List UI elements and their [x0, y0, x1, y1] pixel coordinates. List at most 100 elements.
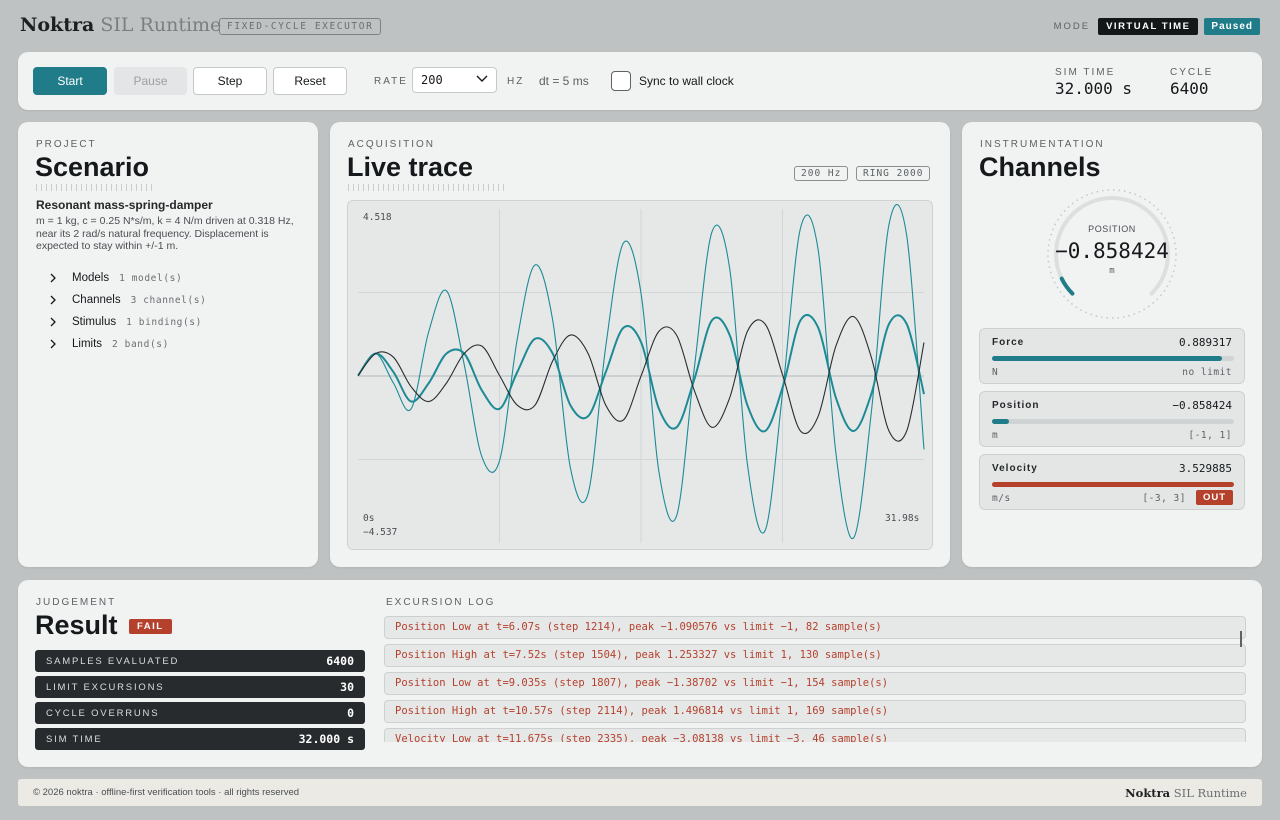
- meter-position: Position −0.858424 m [-1, 1]: [979, 391, 1245, 447]
- stat-value: 0: [347, 706, 354, 720]
- scenario-name: Resonant mass-spring-damper: [36, 198, 213, 212]
- sim-time-value: 32.000 s: [1055, 79, 1133, 98]
- rate-select[interactable]: 200: [412, 67, 497, 93]
- pause-button[interactable]: Pause: [114, 67, 187, 95]
- tree-item-count: 1 model(s): [119, 272, 183, 284]
- rate-select-value: 200: [421, 73, 443, 87]
- meter-unit: m: [992, 430, 999, 441]
- meter-velocity: Velocity 3.529885 m/s [-3, 3] OUT: [979, 454, 1245, 510]
- tree-item-limits[interactable]: Limits 2 band(s): [48, 333, 206, 355]
- ring-buffer-tag: RING 2000: [856, 166, 931, 181]
- meter-fill: [992, 419, 1009, 424]
- meter-name: Position: [992, 400, 1040, 411]
- stat-label: CYCLE OVERRUNS: [46, 708, 160, 719]
- sim-time-readout: SIM TIME 32.000 s: [1055, 67, 1132, 98]
- meter-name: Velocity: [992, 463, 1038, 474]
- meter-fill: [992, 356, 1222, 361]
- start-button[interactable]: Start: [33, 67, 107, 95]
- live-trace-panel: ACQUISITION Live trace 200 Hz RING 2000 …: [330, 122, 950, 567]
- brand-product: SIL Runtime: [100, 14, 222, 36]
- footer-brand-name: Noktra: [1125, 786, 1171, 800]
- scenario-panel: PROJECT Scenario Resonant mass-spring-da…: [18, 122, 318, 567]
- title-tick-rule: [36, 184, 152, 191]
- stat-row: LIMIT EXCURSIONS 30: [35, 676, 365, 698]
- sync-checkbox-label[interactable]: Sync to wall clock: [639, 74, 734, 88]
- scenario-title: Scenario: [35, 152, 150, 182]
- reset-button[interactable]: Reset: [273, 67, 347, 95]
- footer: © 2026 noktra · offline-first verificati…: [18, 779, 1262, 806]
- log-entry[interactable]: Position Low at t=9.035s (step 1807), pe…: [384, 672, 1246, 695]
- chevron-right-icon: [50, 295, 56, 305]
- channels-caption: INSTRUMENTATION: [980, 139, 1105, 150]
- meter-fill: [992, 482, 1234, 487]
- sync-checkbox[interactable]: [611, 71, 631, 91]
- result-panel: JUDGEMENT Result FAIL SAMPLES EVALUATED 6…: [18, 580, 1262, 767]
- result-caption: JUDGEMENT: [36, 597, 117, 608]
- trace-plot[interactable]: 4.518 0s −4.537 31.98s: [347, 200, 933, 550]
- cycle-label: CYCLE: [1170, 67, 1214, 78]
- meter-force: Force 0.889317 Nno limit: [979, 328, 1245, 384]
- meter-limit: no limit: [1182, 367, 1232, 378]
- log-scrollbar[interactable]: [1240, 631, 1242, 647]
- y-min-label: −4.537: [363, 527, 398, 538]
- stat-row: SIM TIME 32.000 s: [35, 728, 365, 750]
- tree-item-label: Channels: [72, 294, 121, 306]
- tree-item-label: Limits: [72, 338, 103, 350]
- tree-item-channels[interactable]: Channels 3 channel(s): [48, 289, 206, 311]
- channels-title: Channels: [979, 152, 1101, 182]
- step-button[interactable]: Step: [193, 67, 267, 95]
- sample-rate-tag: 200 Hz: [794, 166, 849, 181]
- brand-name: Noktra: [20, 14, 95, 36]
- control-bar: Start Pause Step Reset RATE 200 HZ dt = …: [18, 52, 1262, 110]
- stat-label: SIM TIME: [46, 734, 103, 745]
- trace-caption: ACQUISITION: [348, 139, 436, 150]
- gauge-unit: m: [1109, 266, 1115, 276]
- log-entry[interactable]: Position High at t=10.57s (step 2114), p…: [384, 700, 1246, 723]
- trace-title: Live trace: [347, 152, 474, 182]
- meter-limit: [-3, 3]: [1142, 493, 1186, 504]
- executor-badge: FIXED-CYCLE EXECUTOR: [219, 18, 382, 35]
- out-of-range-badge: OUT: [1195, 490, 1233, 505]
- mode-value-badge: VIRTUAL TIME: [1098, 18, 1199, 35]
- meter-track: [992, 419, 1234, 424]
- app-brand: Noktra SIL Runtime: [20, 14, 221, 36]
- meter-unit: N: [992, 367, 999, 378]
- rate-unit-label: HZ: [507, 76, 525, 87]
- meter-value: 3.529885: [1179, 462, 1232, 475]
- gauge-label: POSITION: [1088, 224, 1136, 234]
- log-caption: EXCURSION LOG: [386, 597, 496, 608]
- x-end-label: 31.98s: [885, 513, 920, 524]
- y-max-label: 4.518: [363, 212, 392, 223]
- verdict-badge: FAIL: [129, 619, 172, 634]
- log-entry[interactable]: Position Low at t=6.07s (step 1214), pea…: [384, 616, 1246, 639]
- stat-value: 32.000 s: [298, 732, 354, 746]
- sim-time-label: SIM TIME: [1055, 67, 1116, 78]
- meter-value: −0.858424: [1172, 399, 1232, 412]
- scenario-caption: PROJECT: [36, 139, 97, 150]
- excursion-log[interactable]: Position Low at t=6.07s (step 1214), pea…: [384, 616, 1246, 742]
- tree-item-count: 2 band(s): [112, 338, 169, 350]
- log-entry[interactable]: Velocity Low at t=11.675s (step 2335), p…: [384, 728, 1246, 742]
- rate-label: RATE: [374, 76, 408, 87]
- top-bar: Noktra SIL Runtime FIXED-CYCLE EXECUTOR …: [20, 14, 1260, 40]
- mode-label: MODE: [1053, 21, 1091, 32]
- gauge-fill: [1059, 276, 1075, 296]
- chevron-right-icon: [50, 339, 56, 349]
- tree-item-stimulus[interactable]: Stimulus 1 binding(s): [48, 311, 206, 333]
- scenario-description: m = 1 kg, c = 0.25 N*s/m, k = 4 N/m driv…: [36, 215, 294, 252]
- tree-item-label: Models: [72, 272, 110, 284]
- tree-item-count: 3 channel(s): [130, 294, 207, 306]
- stat-row: CYCLE OVERRUNS 0: [35, 702, 365, 724]
- gauge-value: −0.858424: [1055, 239, 1169, 263]
- log-entry[interactable]: Position High at t=7.52s (step 1504), pe…: [384, 644, 1246, 667]
- trace-chart: [357, 203, 925, 543]
- footer-brand-product: SIL Runtime: [1173, 786, 1247, 800]
- tree-item-models[interactable]: Models 1 model(s): [48, 267, 206, 289]
- x-start-label: 0s: [363, 513, 375, 524]
- chevron-right-icon: [50, 317, 56, 327]
- dt-readout: dt = 5 ms: [539, 74, 589, 88]
- cycle-value: 6400: [1170, 79, 1209, 98]
- meter-name: Force: [992, 337, 1025, 348]
- title-tick-rule: [348, 184, 506, 191]
- channels-panel: INSTRUMENTATION Channels POSITION −0.858…: [962, 122, 1262, 567]
